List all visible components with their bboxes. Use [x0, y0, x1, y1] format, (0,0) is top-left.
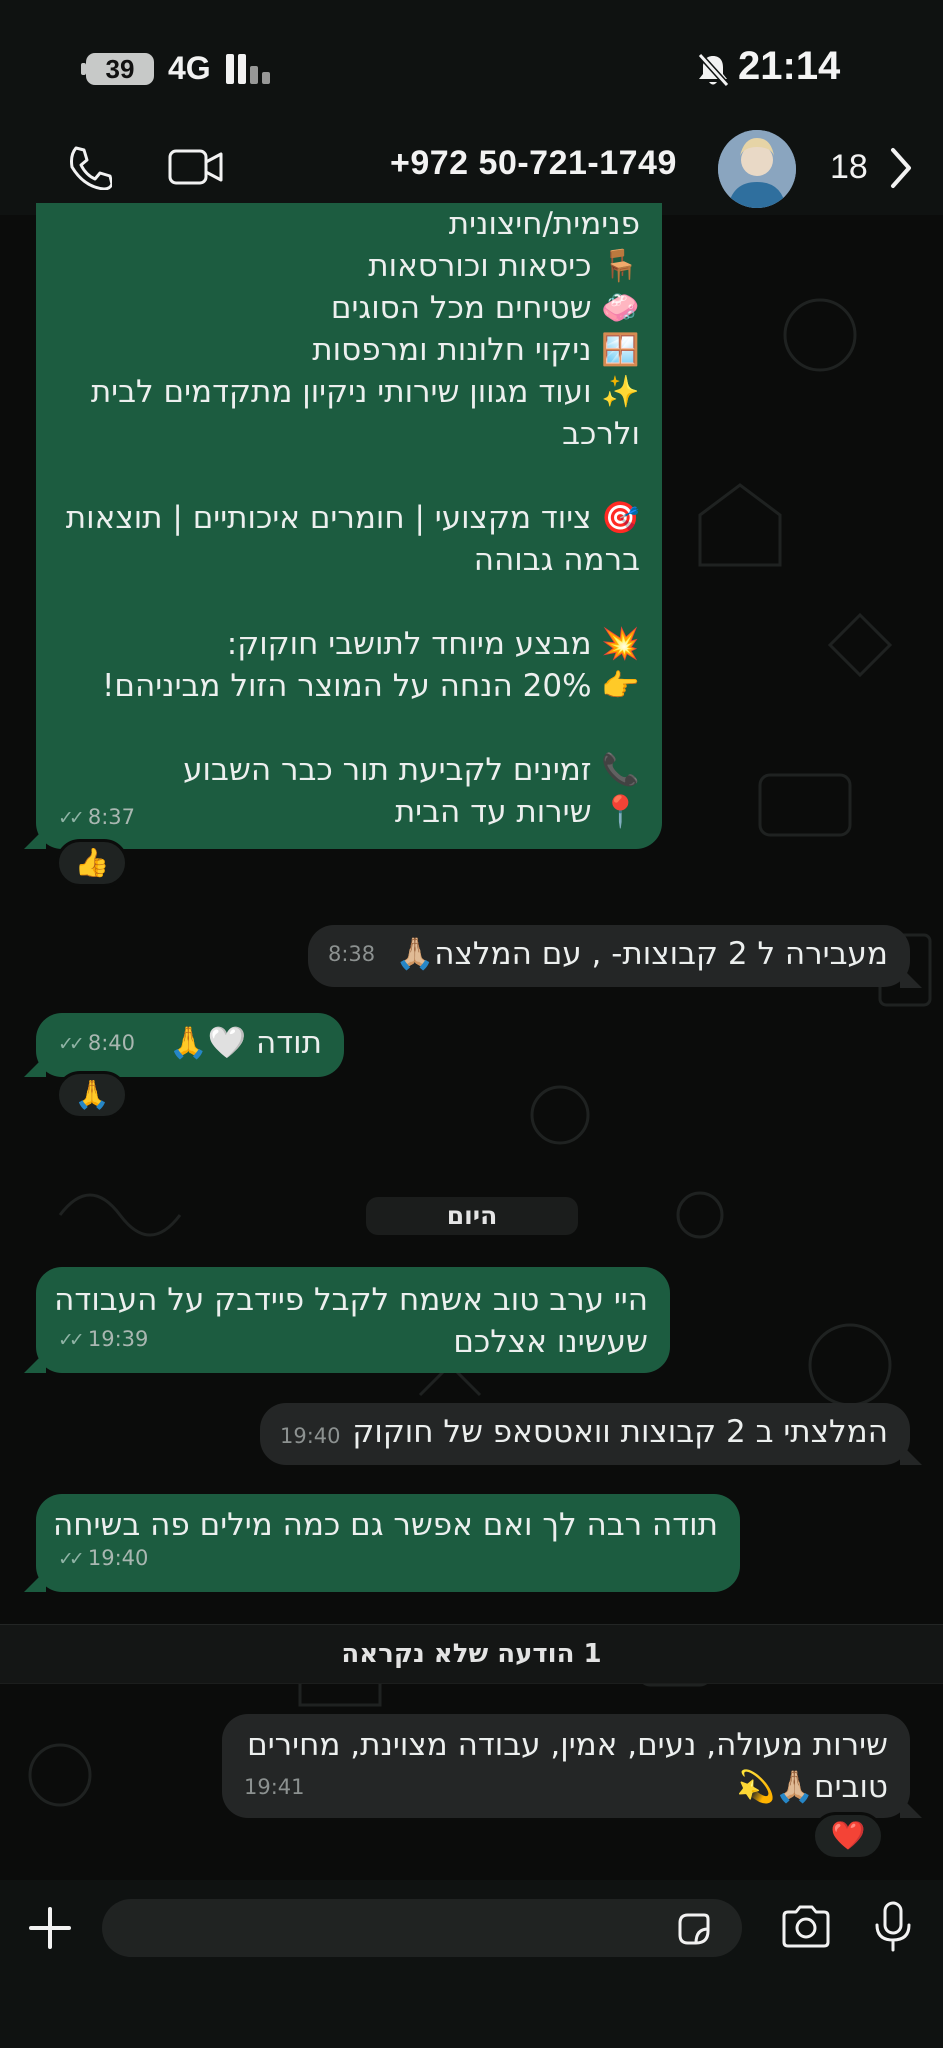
- message-text: המלצתי ב 2 קבוצות וואטסאפ של חוקוק: [352, 1414, 888, 1450]
- read-receipt-icon: ✓✓: [58, 807, 85, 829]
- message-time: 19:40: [87, 1546, 149, 1570]
- phone-icon[interactable]: [66, 144, 112, 190]
- message-bubble-incoming[interactable]: תודה 🤍🙏 ✓✓ 8:40: [36, 1013, 344, 1077]
- video-camera-icon[interactable]: [168, 148, 224, 186]
- sticker-icon[interactable]: [674, 1909, 714, 1949]
- message-bubble-outgoing[interactable]: המלצתי ב 2 קבוצות וואטסאפ של חוקוק 19:40: [260, 1403, 910, 1465]
- unread-count[interactable]: 18: [830, 148, 868, 187]
- message-time: 8:38: [328, 942, 376, 966]
- message-line: 🎯 ציוד מקצועי | חומרים איכותיים | תוצאות: [65, 500, 640, 536]
- camera-icon[interactable]: [780, 1904, 832, 1950]
- message-line: [58, 581, 640, 623]
- message-line: 📍 שירות עד הבית: [394, 794, 640, 830]
- message-line: 🪟 ניקוי חלונות ומרפסות: [312, 332, 640, 368]
- status-bar: 39 4G 21:14: [0, 0, 943, 130]
- message-meta: ✓✓ 19:40: [58, 1537, 148, 1580]
- signal-icon: [226, 54, 276, 84]
- message-meta: ✓✓ 19:39: [58, 1318, 148, 1361]
- message-bubble-incoming[interactable]: היי ערב טוב אשמח לקבל פיידבק על העבודה ש…: [36, 1267, 670, 1373]
- message-line: [58, 707, 640, 749]
- clock: 21:14: [738, 44, 841, 88]
- reaction-badge[interactable]: 🙏: [56, 1071, 128, 1119]
- reaction-badge[interactable]: 👍: [56, 839, 128, 887]
- message-time: 19:39: [87, 1327, 149, 1351]
- microphone-icon[interactable]: [872, 1900, 914, 1954]
- read-receipt-icon: ✓✓: [58, 1329, 85, 1351]
- message-time: 19:41: [244, 1775, 305, 1799]
- avatar[interactable]: [718, 130, 796, 208]
- unread-messages-banner: 1 הודעה שלא נקראה: [0, 1624, 943, 1684]
- message-line: שירות מעולה, נעים, אמין, עבודה מצוינת, מ…: [247, 1727, 888, 1763]
- battery-indicator: 39: [86, 53, 154, 85]
- message-line: ✨ ועוד מגוון שירותי ניקיון מתקדמים לבית: [90, 374, 640, 410]
- message-line: ולרכב: [562, 416, 640, 452]
- message-bubble-outgoing[interactable]: מעבירה ל 2 קבוצות- , עם המלצה🙏🏼 8:38: [308, 925, 910, 987]
- message-bubble-outgoing[interactable]: שירות מעולה, נעים, אמין, עבודה מצוינת, מ…: [222, 1714, 910, 1818]
- message-text: תודה רבה לך ואם אפשר גם כמה מילים פה בשי…: [52, 1507, 718, 1543]
- message-bubble-incoming[interactable]: פנימית/חיצונית 🪑 כיסאות וכורסאות 🧼 שטיחי…: [36, 203, 662, 849]
- bell-off-icon: [697, 52, 730, 88]
- message-line: ברמה גבוהה: [473, 542, 640, 578]
- plus-icon[interactable]: [28, 1906, 72, 1950]
- day-separator: היום: [366, 1197, 578, 1235]
- message-line: 📞 זמינים לקביעת תור כבר השבוע: [183, 752, 640, 788]
- message-line: טובים🙏🏼💫: [736, 1769, 888, 1805]
- message-line: 🧼 שטיחים מכל הסוגים: [330, 290, 640, 326]
- chevron-right-icon[interactable]: [888, 146, 914, 190]
- message-time: 8:37: [87, 805, 136, 829]
- contact-name[interactable]: +972 50-721-1749: [390, 144, 677, 183]
- message-bubble-incoming[interactable]: תודה רבה לך ואם אפשר גם כמה מילים פה בשי…: [36, 1494, 740, 1592]
- message-line: היי ערב טוב אשמח לקבל פיידבק על העבודה: [54, 1282, 648, 1318]
- reaction-badge[interactable]: ❤️: [812, 1812, 884, 1860]
- message-time: 19:40: [280, 1424, 341, 1448]
- message-line: [58, 455, 640, 497]
- read-receipt-icon: ✓✓: [58, 1548, 85, 1570]
- message-meta: ✓✓ 8:37: [58, 796, 135, 839]
- message-input[interactable]: [102, 1899, 742, 1957]
- message-line: 🪑 כיסאות וכורסאות: [368, 248, 640, 284]
- read-receipt-icon: ✓✓: [58, 1033, 85, 1055]
- message-time: 8:40: [87, 1031, 136, 1055]
- message-line: פנימית/חיצונית: [448, 206, 640, 242]
- message-text: מעבירה ל 2 קבוצות- , עם המלצה🙏🏼: [395, 936, 888, 972]
- message-line: 💥 מבצע מיוחד לתושבי חוקוק:: [226, 626, 640, 662]
- network-type: 4G: [168, 50, 211, 86]
- message-meta: ✓✓ 8:40: [58, 1022, 135, 1065]
- message-line: 👉 20% הנחה על המוצר הזול מביניהם!: [101, 668, 640, 704]
- message-composer: [0, 1880, 943, 2048]
